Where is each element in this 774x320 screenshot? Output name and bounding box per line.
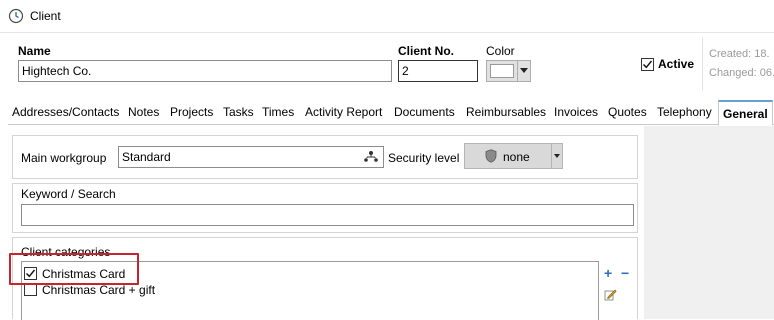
add-category-icon[interactable]: + — [604, 266, 612, 280]
workgroup-people-icon[interactable] — [363, 150, 379, 164]
tab-notes[interactable]: Notes — [128, 105, 159, 119]
tab-reimbursables[interactable]: Reimbursables — [466, 105, 546, 119]
security-level-dropdown[interactable]: none — [464, 143, 563, 169]
keyword-search-input[interactable] — [21, 204, 634, 226]
changed-text: Changed: 06. — [709, 67, 774, 79]
main-workgroup-field[interactable]: Standard — [118, 146, 384, 168]
chevron-down-icon — [520, 68, 528, 73]
highlight-box — [9, 253, 139, 285]
color-divider — [517, 61, 518, 81]
workgroup-security-box: Main workgroup Standard Security level n… — [12, 135, 638, 179]
keyword-search-box: Keyword / Search — [12, 183, 638, 233]
color-swatch — [490, 64, 514, 78]
chevron-down-icon — [554, 154, 560, 158]
active-checkbox[interactable] — [641, 58, 654, 71]
active-checkbox-row[interactable]: Active — [641, 57, 701, 73]
tab-telephony[interactable]: Telephony — [657, 105, 712, 119]
keyword-search-label: Keyword / Search — [21, 187, 116, 201]
tab-quotes[interactable]: Quotes — [608, 105, 647, 119]
category-label: Christmas Card + gift — [42, 283, 156, 297]
side-panel — [644, 126, 774, 319]
remove-category-icon[interactable]: − — [621, 266, 629, 280]
window-title: Client — [30, 9, 61, 23]
tab-tasks[interactable]: Tasks — [223, 105, 254, 119]
tab-projects[interactable]: Projects — [170, 105, 213, 119]
security-level-label: Security level — [388, 151, 460, 165]
main-workgroup-value: Standard — [122, 150, 171, 164]
tab-general[interactable]: General — [718, 100, 773, 126]
edit-category-icon[interactable] — [604, 288, 617, 301]
tab-activity-report[interactable]: Activity Report — [305, 105, 382, 119]
color-label: Color — [486, 44, 515, 58]
name-input[interactable]: Hightech Co. — [18, 60, 392, 82]
shield-icon — [485, 149, 497, 163]
color-picker[interactable] — [486, 60, 531, 82]
client-no-label: Client No. — [398, 44, 454, 58]
checkmark-icon — [643, 60, 653, 69]
security-level-value: none — [503, 150, 530, 164]
tab-invoices[interactable]: Invoices — [554, 105, 598, 119]
name-label: Name — [18, 44, 51, 58]
main-workgroup-label: Main workgroup — [21, 151, 107, 165]
tab-documents[interactable]: Documents — [394, 105, 455, 119]
client-no-input[interactable]: 2 — [398, 60, 478, 82]
tab-bar: Addresses/Contacts Notes Projects Tasks … — [8, 100, 774, 126]
audit-info: Created: 18. Changed: 06. — [702, 38, 774, 90]
title-bar: Client — [0, 0, 774, 33]
client-clock-icon — [8, 8, 24, 24]
active-label: Active — [658, 57, 695, 71]
tab-addresses-contacts[interactable]: Addresses/Contacts — [12, 105, 119, 119]
tab-times[interactable]: Times — [262, 105, 294, 119]
dropdown-divider — [551, 144, 552, 168]
created-text: Created: 18. — [709, 48, 770, 60]
